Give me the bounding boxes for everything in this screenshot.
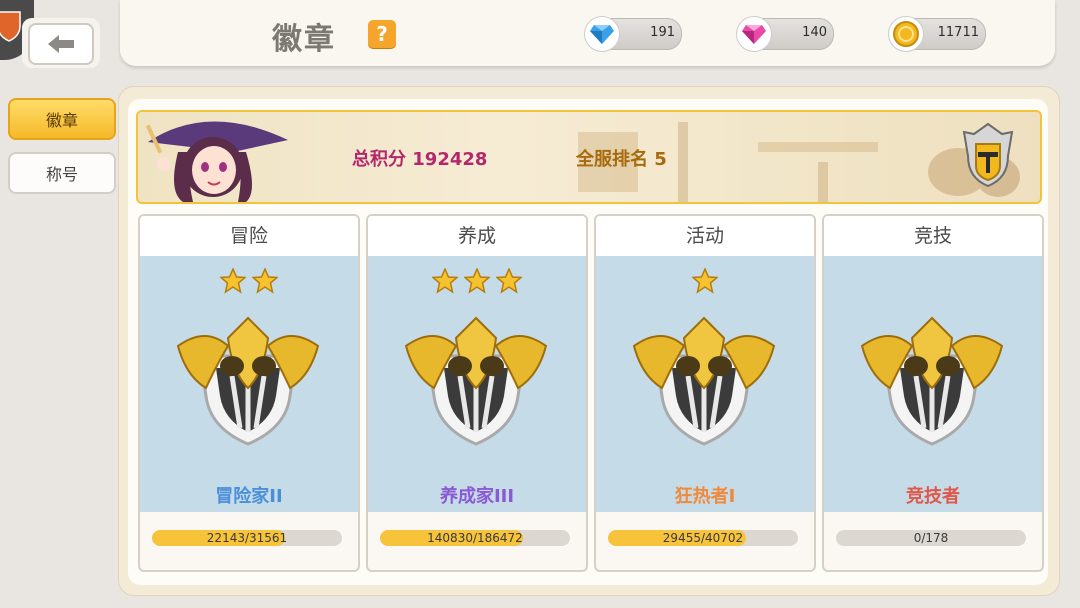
badge-card[interactable]: 竞技竞技者 0/178 <box>822 214 1044 572</box>
star-rating <box>596 267 814 298</box>
card-title: 竞技 <box>824 216 1042 256</box>
star-icon <box>691 267 719 298</box>
back-button-frame <box>22 18 100 68</box>
progress-text: 0/178 <box>913 531 949 545</box>
currency-blue-gem[interactable]: 191 <box>584 16 682 52</box>
back-arrow-icon <box>48 35 74 53</box>
card-body: 养成家III <box>368 256 586 512</box>
badge-card[interactable]: 冒险冒险家II 22143/31561 <box>138 214 360 572</box>
card-title: 冒险 <box>140 216 358 256</box>
gold-coin-amount: 11711 <box>937 25 979 40</box>
progress-text: 29455/40702 <box>662 531 744 545</box>
badge-rank-name: 冒险家II <box>215 486 283 507</box>
character-avatar <box>145 121 288 202</box>
star-rating <box>140 267 358 298</box>
knight-helmet-icon[interactable] <box>958 122 1018 188</box>
badge-card[interactable]: 活动狂热者I 29455/40702 <box>594 214 816 572</box>
currency-pink-gem[interactable]: 140 <box>736 16 834 52</box>
progress-text: 140830/186472 <box>427 531 523 545</box>
badge-rank-name: 竞技者 <box>906 486 960 507</box>
badge-rank-name: 养成家III <box>439 486 515 507</box>
top-bar: 徽章 ? 191 140 11711 <box>120 0 1055 66</box>
card-title: 活动 <box>596 216 814 256</box>
badge-rank-name: 狂热者I <box>674 486 736 507</box>
laurel-shield-emblem-icon <box>632 316 776 452</box>
back-button[interactable] <box>28 23 94 65</box>
progress-text: 22143/31561 <box>206 531 288 545</box>
laurel-shield-emblem-icon <box>176 316 320 452</box>
progress-bar: 140830/186472 <box>380 530 570 546</box>
badge-card[interactable]: 养成养成家III 140830/186472 <box>366 214 588 572</box>
progress-bar: 29455/40702 <box>608 530 798 546</box>
laurel-shield-emblem-icon <box>404 316 548 452</box>
tab-titles[interactable]: 称号 <box>8 152 116 194</box>
star-rating <box>368 267 586 298</box>
card-body: 狂热者I <box>596 256 814 512</box>
laurel-shield-emblem-icon <box>860 316 1004 452</box>
pink-gem-amount: 140 <box>802 25 827 40</box>
shield-icon <box>0 11 21 42</box>
blue-gem-amount: 191 <box>650 25 675 40</box>
star-icon <box>251 267 279 298</box>
total-score: 总积分 192428 <box>352 149 488 170</box>
star-icon <box>431 267 459 298</box>
card-body: 冒险家II <box>140 256 358 512</box>
card-title: 养成 <box>368 216 586 256</box>
card-body: 竞技者 <box>824 256 1042 512</box>
star-icon <box>495 267 523 298</box>
page-title: 徽章 <box>272 22 336 57</box>
progress-bar: 22143/31561 <box>152 530 342 546</box>
pink-gem-icon <box>736 16 772 52</box>
progress-bar: 0/178 <box>836 530 1026 546</box>
server-rank: 全服排名 5 <box>576 149 667 170</box>
star-icon <box>463 267 491 298</box>
currency-gold-coin[interactable]: 11711 <box>888 16 986 52</box>
star-icon <box>219 267 247 298</box>
tab-badges[interactable]: 徽章 <box>8 98 116 140</box>
gold-coin-icon <box>888 16 924 52</box>
blue-gem-icon <box>584 16 620 52</box>
score-banner: 总积分 192428 全服排名 5 <box>136 110 1042 204</box>
help-button[interactable]: ? <box>368 20 396 48</box>
